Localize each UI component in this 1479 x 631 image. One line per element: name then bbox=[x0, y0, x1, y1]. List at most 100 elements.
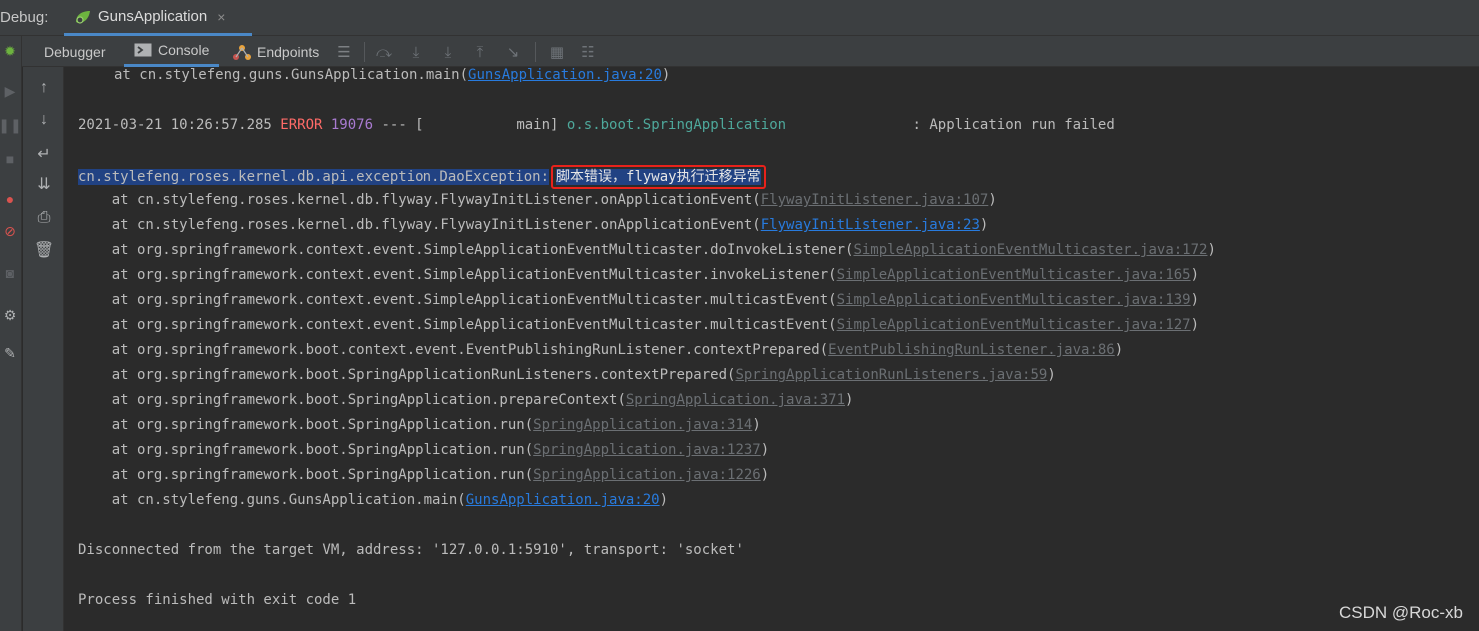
exception-class-selected-end: n.DaoException: bbox=[422, 169, 550, 185]
source-link[interactable]: FlywayInitListener.java:107 bbox=[761, 192, 989, 208]
log-pid: 19076 bbox=[322, 117, 374, 133]
highlight-box: 脚本错误，flyway执行迁移异常 bbox=[551, 165, 766, 189]
paren-text: ) bbox=[845, 392, 854, 408]
stack-frame-line: at org.springframework.boot.SpringApplic… bbox=[78, 440, 769, 460]
paren-text: ) bbox=[979, 217, 989, 233]
tab-endpoints[interactable]: Endpoints bbox=[233, 36, 319, 67]
console-output[interactable]: at cn.stylefeng.guns.GunsApplication.mai… bbox=[65, 67, 1474, 631]
tab-console-label: Console bbox=[158, 42, 210, 58]
camera-icon[interactable]: ◙ bbox=[1, 264, 19, 282]
source-link[interactable]: SpringApplicationRunListeners.java:59 bbox=[735, 367, 1047, 383]
source-link[interactable]: SpringApplication.java:371 bbox=[626, 392, 845, 408]
stack-frame-text: at org.springframework.context.event.Sim… bbox=[78, 242, 854, 258]
paren-text: ) bbox=[659, 492, 669, 508]
log-level: ERROR bbox=[280, 117, 323, 133]
stack-frame-text: at org.springframework.context.event.Sim… bbox=[78, 292, 837, 308]
tab-debugger[interactable]: Debugger bbox=[44, 36, 106, 67]
stack-frame-line: at cn.stylefeng.guns.GunsApplication.mai… bbox=[78, 490, 668, 510]
pin-icon[interactable]: ✎ bbox=[1, 344, 19, 362]
menu-icon[interactable]: ☰ bbox=[334, 42, 354, 62]
debug-left-strip: ✹ ▶ ❚❚ ■ ● ⊘ ◙ ⚙ ✎ bbox=[0, 36, 22, 631]
stop-icon[interactable]: ■ bbox=[1, 150, 19, 168]
console-icon bbox=[134, 43, 152, 57]
stack-frame-text: at cn.stylefeng.roses.kernel.db.flyway.F… bbox=[78, 217, 761, 233]
bug-icon[interactable]: ✹ bbox=[1, 42, 19, 60]
log-logger: o.s.boot.SpringApplication bbox=[566, 117, 787, 133]
tab-debugger-label: Debugger bbox=[44, 43, 106, 60]
source-link[interactable]: SimpleApplicationEventMulticaster.java:1… bbox=[837, 267, 1191, 283]
log-line-error: 2021-03-21 10:26:57.285 ERROR 19076 --- … bbox=[78, 115, 1115, 135]
step-out-icon[interactable]: ⤒ bbox=[470, 42, 490, 62]
pause-icon[interactable]: ❚❚ bbox=[0, 116, 22, 134]
disconnected-line: Disconnected from the target VM, address… bbox=[78, 542, 744, 558]
up-arrow-icon[interactable]: ↑ bbox=[33, 77, 55, 99]
source-link[interactable]: SpringApplication.java:314 bbox=[533, 417, 752, 433]
stack-frame-line: at org.springframework.context.event.Sim… bbox=[78, 240, 1216, 260]
trash-icon[interactable]: 🗑 bbox=[33, 239, 55, 261]
stack-frame-text: at org.springframework.boot.SpringApplic… bbox=[78, 442, 534, 458]
step-into-icon[interactable]: ⤓ bbox=[406, 42, 426, 62]
paren-text: ) bbox=[1207, 242, 1216, 258]
debug-titlebar: Debug: GunsApplication × bbox=[0, 0, 1479, 36]
stack-frame-line: at org.springframework.boot.SpringApplic… bbox=[78, 465, 769, 485]
stack-frame-text: at org.springframework.context.event.Sim… bbox=[78, 317, 837, 333]
paren-text: ) bbox=[661, 67, 671, 83]
endpoints-icon bbox=[233, 44, 251, 60]
log-message: : Application run failed bbox=[786, 117, 1115, 133]
source-link[interactable]: EventPublishingRunListener.java:86 bbox=[828, 342, 1115, 358]
tab-guns-application[interactable]: GunsApplication × bbox=[64, 0, 252, 36]
paren-text: ) bbox=[1114, 342, 1124, 358]
source-link[interactable]: FlywayInitListener.java:23 bbox=[761, 217, 980, 233]
tab-console[interactable]: Console bbox=[124, 36, 220, 67]
process-finished-line: Process finished with exit code 1 bbox=[78, 592, 357, 608]
down-arrow-icon[interactable]: ↓ bbox=[33, 109, 55, 131]
source-link[interactable]: SimpleApplicationEventMulticaster.java:1… bbox=[853, 242, 1207, 258]
source-link[interactable]: SimpleApplicationEventMulticaster.java:1… bbox=[837, 317, 1191, 333]
source-link[interactable]: SimpleApplicationEventMulticaster.java:1… bbox=[837, 292, 1191, 308]
paren-text: ) bbox=[752, 417, 761, 433]
view-breakpoints-icon[interactable]: ● bbox=[1, 190, 19, 208]
console-line: at cn.stylefeng.guns.GunsApplication.mai… bbox=[78, 65, 670, 85]
watermark: CSDN @Roc-xb bbox=[1339, 603, 1463, 622]
stack-frame-text: at cn.stylefeng.roses.kernel.db.flyway.F… bbox=[78, 192, 761, 208]
exception-line: cn.stylefeng.roses.kernel.db.api.excepti… bbox=[78, 165, 766, 189]
stack-frame-line: at org.springframework.boot.context.even… bbox=[78, 340, 1123, 360]
paren-text: ) bbox=[1047, 367, 1056, 383]
run-to-cursor-icon[interactable]: ↘ bbox=[503, 42, 523, 62]
paren-text: ) bbox=[988, 192, 997, 208]
stack-frame-line: at org.springframework.boot.SpringApplic… bbox=[78, 390, 854, 410]
stack-frame-line: at org.springframework.context.event.Sim… bbox=[78, 315, 1199, 335]
stack-frame-line: at cn.stylefeng.roses.kernel.db.flyway.F… bbox=[78, 215, 989, 235]
soft-wrap-icon[interactable]: ↵ bbox=[33, 143, 55, 165]
settings-icon[interactable]: ⚙ bbox=[1, 306, 19, 324]
log-timestamp: 2021-03-21 10:26:57.285 bbox=[78, 117, 281, 133]
spring-boot-icon bbox=[76, 10, 90, 24]
source-link[interactable]: GunsApplication.java:20 bbox=[468, 67, 662, 83]
force-step-into-icon[interactable]: ⤓ bbox=[438, 42, 458, 62]
step-over-icon[interactable]: ⤼ bbox=[374, 42, 394, 62]
stack-frame-text: at org.springframework.boot.context.even… bbox=[78, 342, 829, 358]
stack-frame-line: at cn.stylefeng.roses.kernel.db.flyway.F… bbox=[78, 190, 997, 210]
stack-frame-line: at org.springframework.boot.SpringApplic… bbox=[78, 365, 1056, 385]
print-icon[interactable]: ⎙ bbox=[33, 207, 55, 229]
log-thread: --- [ main] bbox=[373, 117, 567, 133]
toolbar-divider bbox=[535, 42, 536, 62]
vertical-scrollbar[interactable] bbox=[1474, 67, 1479, 631]
scroll-to-end-icon[interactable]: ⇊ bbox=[33, 173, 55, 195]
stack-frame-text: at cn.stylefeng.guns.GunsApplication.mai… bbox=[114, 67, 469, 83]
mute-breakpoints-icon[interactable]: ⊘ bbox=[1, 222, 19, 240]
source-link[interactable]: GunsApplication.java:20 bbox=[466, 492, 660, 508]
paren-text: ) bbox=[760, 442, 770, 458]
source-link[interactable]: SpringApplication.java:1226 bbox=[533, 467, 761, 483]
paren-text: ) bbox=[1190, 317, 1200, 333]
evaluate-icon[interactable]: ▦ bbox=[547, 42, 567, 62]
toolbar-divider bbox=[364, 42, 365, 62]
source-link[interactable]: SpringApplication.java:1237 bbox=[533, 442, 761, 458]
stack-frame-line: at org.springframework.boot.SpringApplic… bbox=[78, 415, 761, 435]
stack-frame-text: at org.springframework.boot.SpringApplic… bbox=[78, 392, 626, 408]
close-icon[interactable]: × bbox=[217, 9, 225, 25]
stack-frame-line: at org.springframework.context.event.Sim… bbox=[78, 290, 1199, 310]
resume-icon[interactable]: ▶ bbox=[1, 82, 19, 100]
stack-frame-text: at org.springframework.boot.SpringApplic… bbox=[78, 367, 736, 383]
trace-icon[interactable]: ☷ bbox=[578, 42, 598, 62]
